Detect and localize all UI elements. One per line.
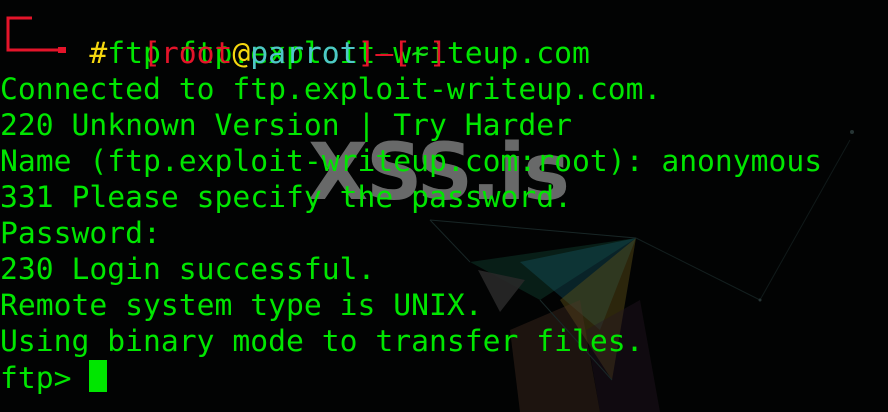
prompt-close-bracket: ] (357, 36, 376, 71)
prompt-line: [root@parrot]—[~] (0, 0, 888, 71)
output-line: Using binary mode to transfer files. (0, 324, 644, 359)
output-line: Password: (0, 216, 161, 251)
prompt-corner-graphic (6, 16, 66, 53)
prompt-user: root (160, 36, 233, 71)
prompt-dir-close: ] (429, 36, 447, 71)
prompt-dash: — (375, 36, 394, 71)
terminal-output: [root@parrot]—[~] #ftp ftp.exploit-write… (0, 0, 888, 396)
ftp-input-line[interactable]: ftp> (0, 360, 888, 396)
terminal-window[interactable]: XSS.is [root@parrot]—[~] #ftp ftp.exploi… (0, 0, 888, 412)
ftp-prompt: ftp> (0, 361, 90, 396)
prompt-host: parrot (250, 36, 358, 71)
prompt-dir-open: [ (393, 36, 412, 71)
output-line: Name (ftp.exploit-writeup.com:root): ano… (0, 144, 823, 179)
output-line: Connected to ftp.exploit-writeup.com. (0, 72, 662, 107)
output-line: 220 Unknown Version | Try Harder (0, 108, 572, 143)
output-line: 230 Login successful. (0, 252, 376, 287)
prompt-open-bracket: [ (143, 36, 161, 71)
prompt-at: @ (232, 36, 251, 71)
prompt-dir: ~ (411, 36, 429, 71)
text-cursor (89, 360, 108, 392)
output-line: Remote system type is UNIX. (0, 288, 483, 323)
output-line: 331 Please specify the password. (0, 180, 572, 215)
